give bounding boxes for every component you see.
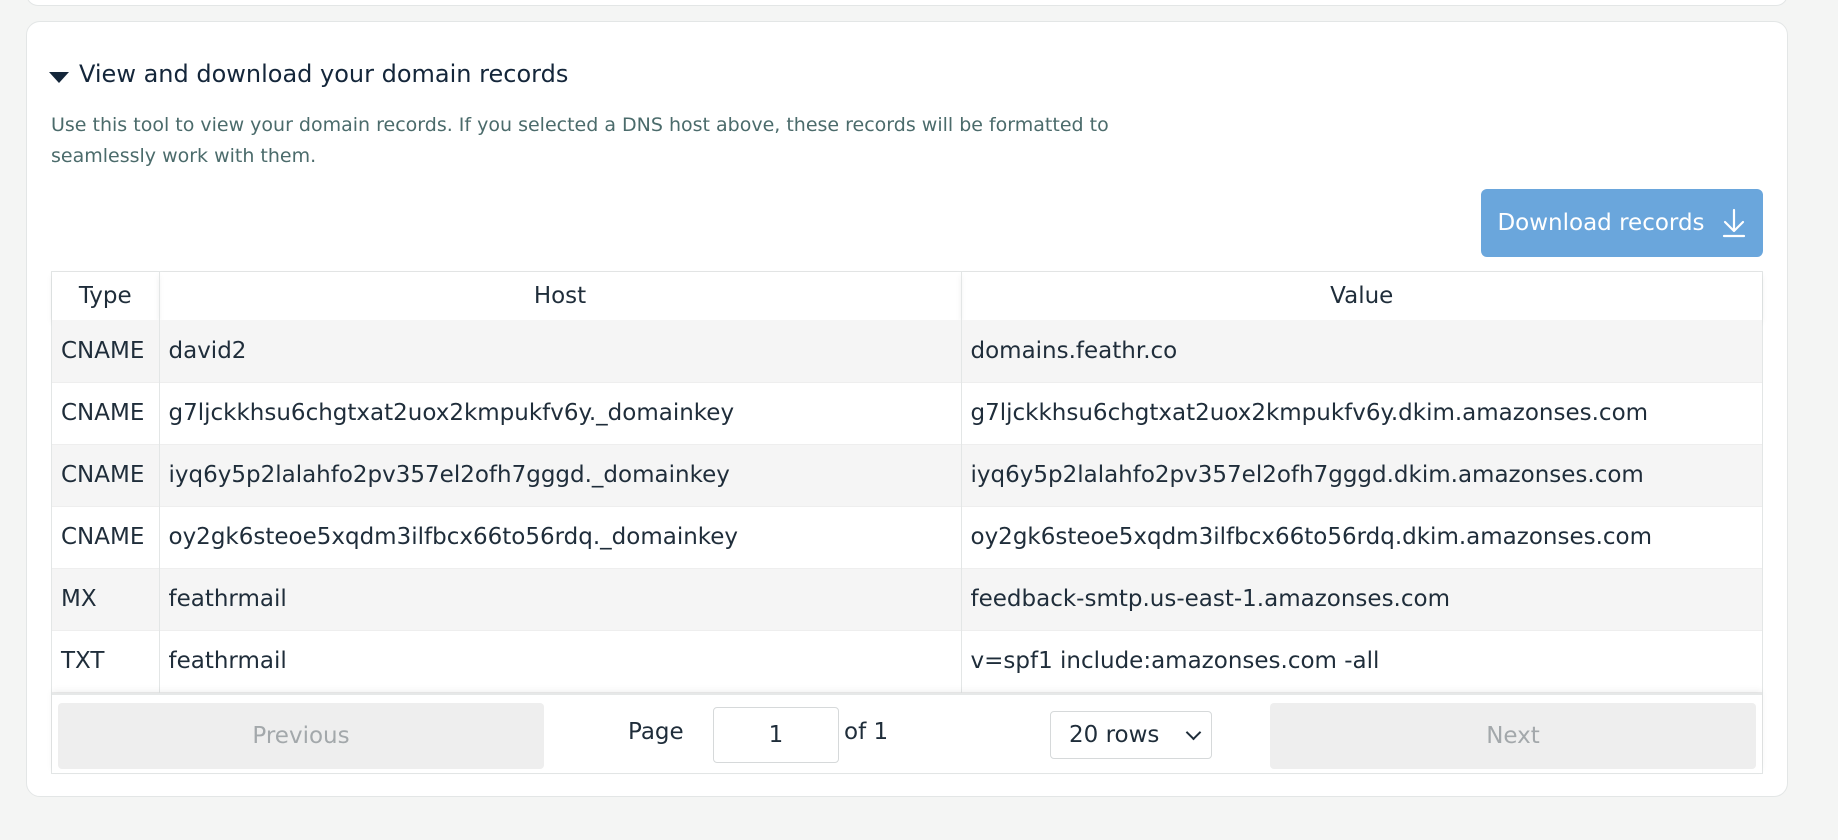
cell-type: CNAME [52,320,160,382]
cell-value: feedback-smtp.us-east-1.amazonses.com [961,568,1762,630]
page-number-input[interactable] [713,707,839,763]
cell-host: feathrmail [159,568,962,630]
caret-down-icon [49,71,69,83]
cell-type: CNAME [52,444,160,506]
page-label: Page [628,719,684,745]
cell-type: TXT [52,630,160,692]
table-row: CNAME iyq6y5p2lalahfo2pv357el2ofh7gggd._… [52,444,1762,506]
cell-value: g7ljckkhsu6chgtxat2uox2kmpukfv6y.dkim.am… [961,382,1762,444]
table-row: CNAME david2 domains.feathr.co [52,320,1762,382]
cell-value: iyq6y5p2lalahfo2pv357el2ofh7gggd.dkim.am… [961,444,1762,506]
column-header-type[interactable]: Type [52,272,160,320]
download-arrow-icon [1722,208,1745,238]
download-records-button[interactable]: Download records [1481,189,1763,257]
cell-type: CNAME [52,382,160,444]
cell-host: g7ljckkhsu6chgtxat2uox2kmpukfv6y._domain… [159,382,962,444]
column-header-host[interactable]: Host [159,272,962,320]
cell-type: CNAME [52,506,160,568]
records-table: Type Host Value CNAME david2 domains.fea… [51,271,1763,774]
table-row: MX feathrmail feedback-smtp.us-east-1.am… [52,568,1762,630]
pagination-bar: Previous Page of 1 20 rows Next [52,693,1762,773]
cell-host: david2 [159,320,962,382]
domain-records-card: View and download your domain records Us… [26,21,1788,797]
previous-page-button[interactable]: Previous [58,703,544,769]
download-records-label: Download records [1497,210,1705,236]
table-row: TXT feathrmail v=spf1 include:amazonses.… [52,630,1762,692]
next-page-button[interactable]: Next [1270,703,1756,769]
cell-value: oy2gk6steoe5xqdm3ilfbcx66to56rdq.dkim.am… [961,506,1762,568]
cell-host: feathrmail [159,630,962,692]
rows-per-page-select[interactable]: 20 rows [1050,711,1212,759]
column-header-value[interactable]: Value [961,272,1762,320]
section-title: View and download your domain records [79,60,569,88]
previous-section-card [26,0,1788,6]
section-description: Use this tool to view your domain record… [51,114,1109,167]
table-header-row: Type Host Value [52,272,1762,320]
rows-per-page-value: 20 rows [1069,722,1160,748]
cell-value: v=spf1 include:amazonses.com -all [961,630,1762,692]
cell-host: iyq6y5p2lalahfo2pv357el2ofh7gggd._domain… [159,444,962,506]
chevron-down-icon [1185,724,1202,740]
section-toggle[interactable]: View and download your domain records [49,60,568,88]
table-row: CNAME oy2gk6steoe5xqdm3ilfbcx66to56rdq._… [52,506,1762,568]
cell-type: MX [52,568,160,630]
cell-value: domains.feathr.co [961,320,1762,382]
cell-host: oy2gk6steoe5xqdm3ilfbcx66to56rdq._domain… [159,506,962,568]
table-row: CNAME g7ljckkhsu6chgtxat2uox2kmpukfv6y._… [52,382,1762,444]
page-count-label: of 1 [844,719,889,745]
